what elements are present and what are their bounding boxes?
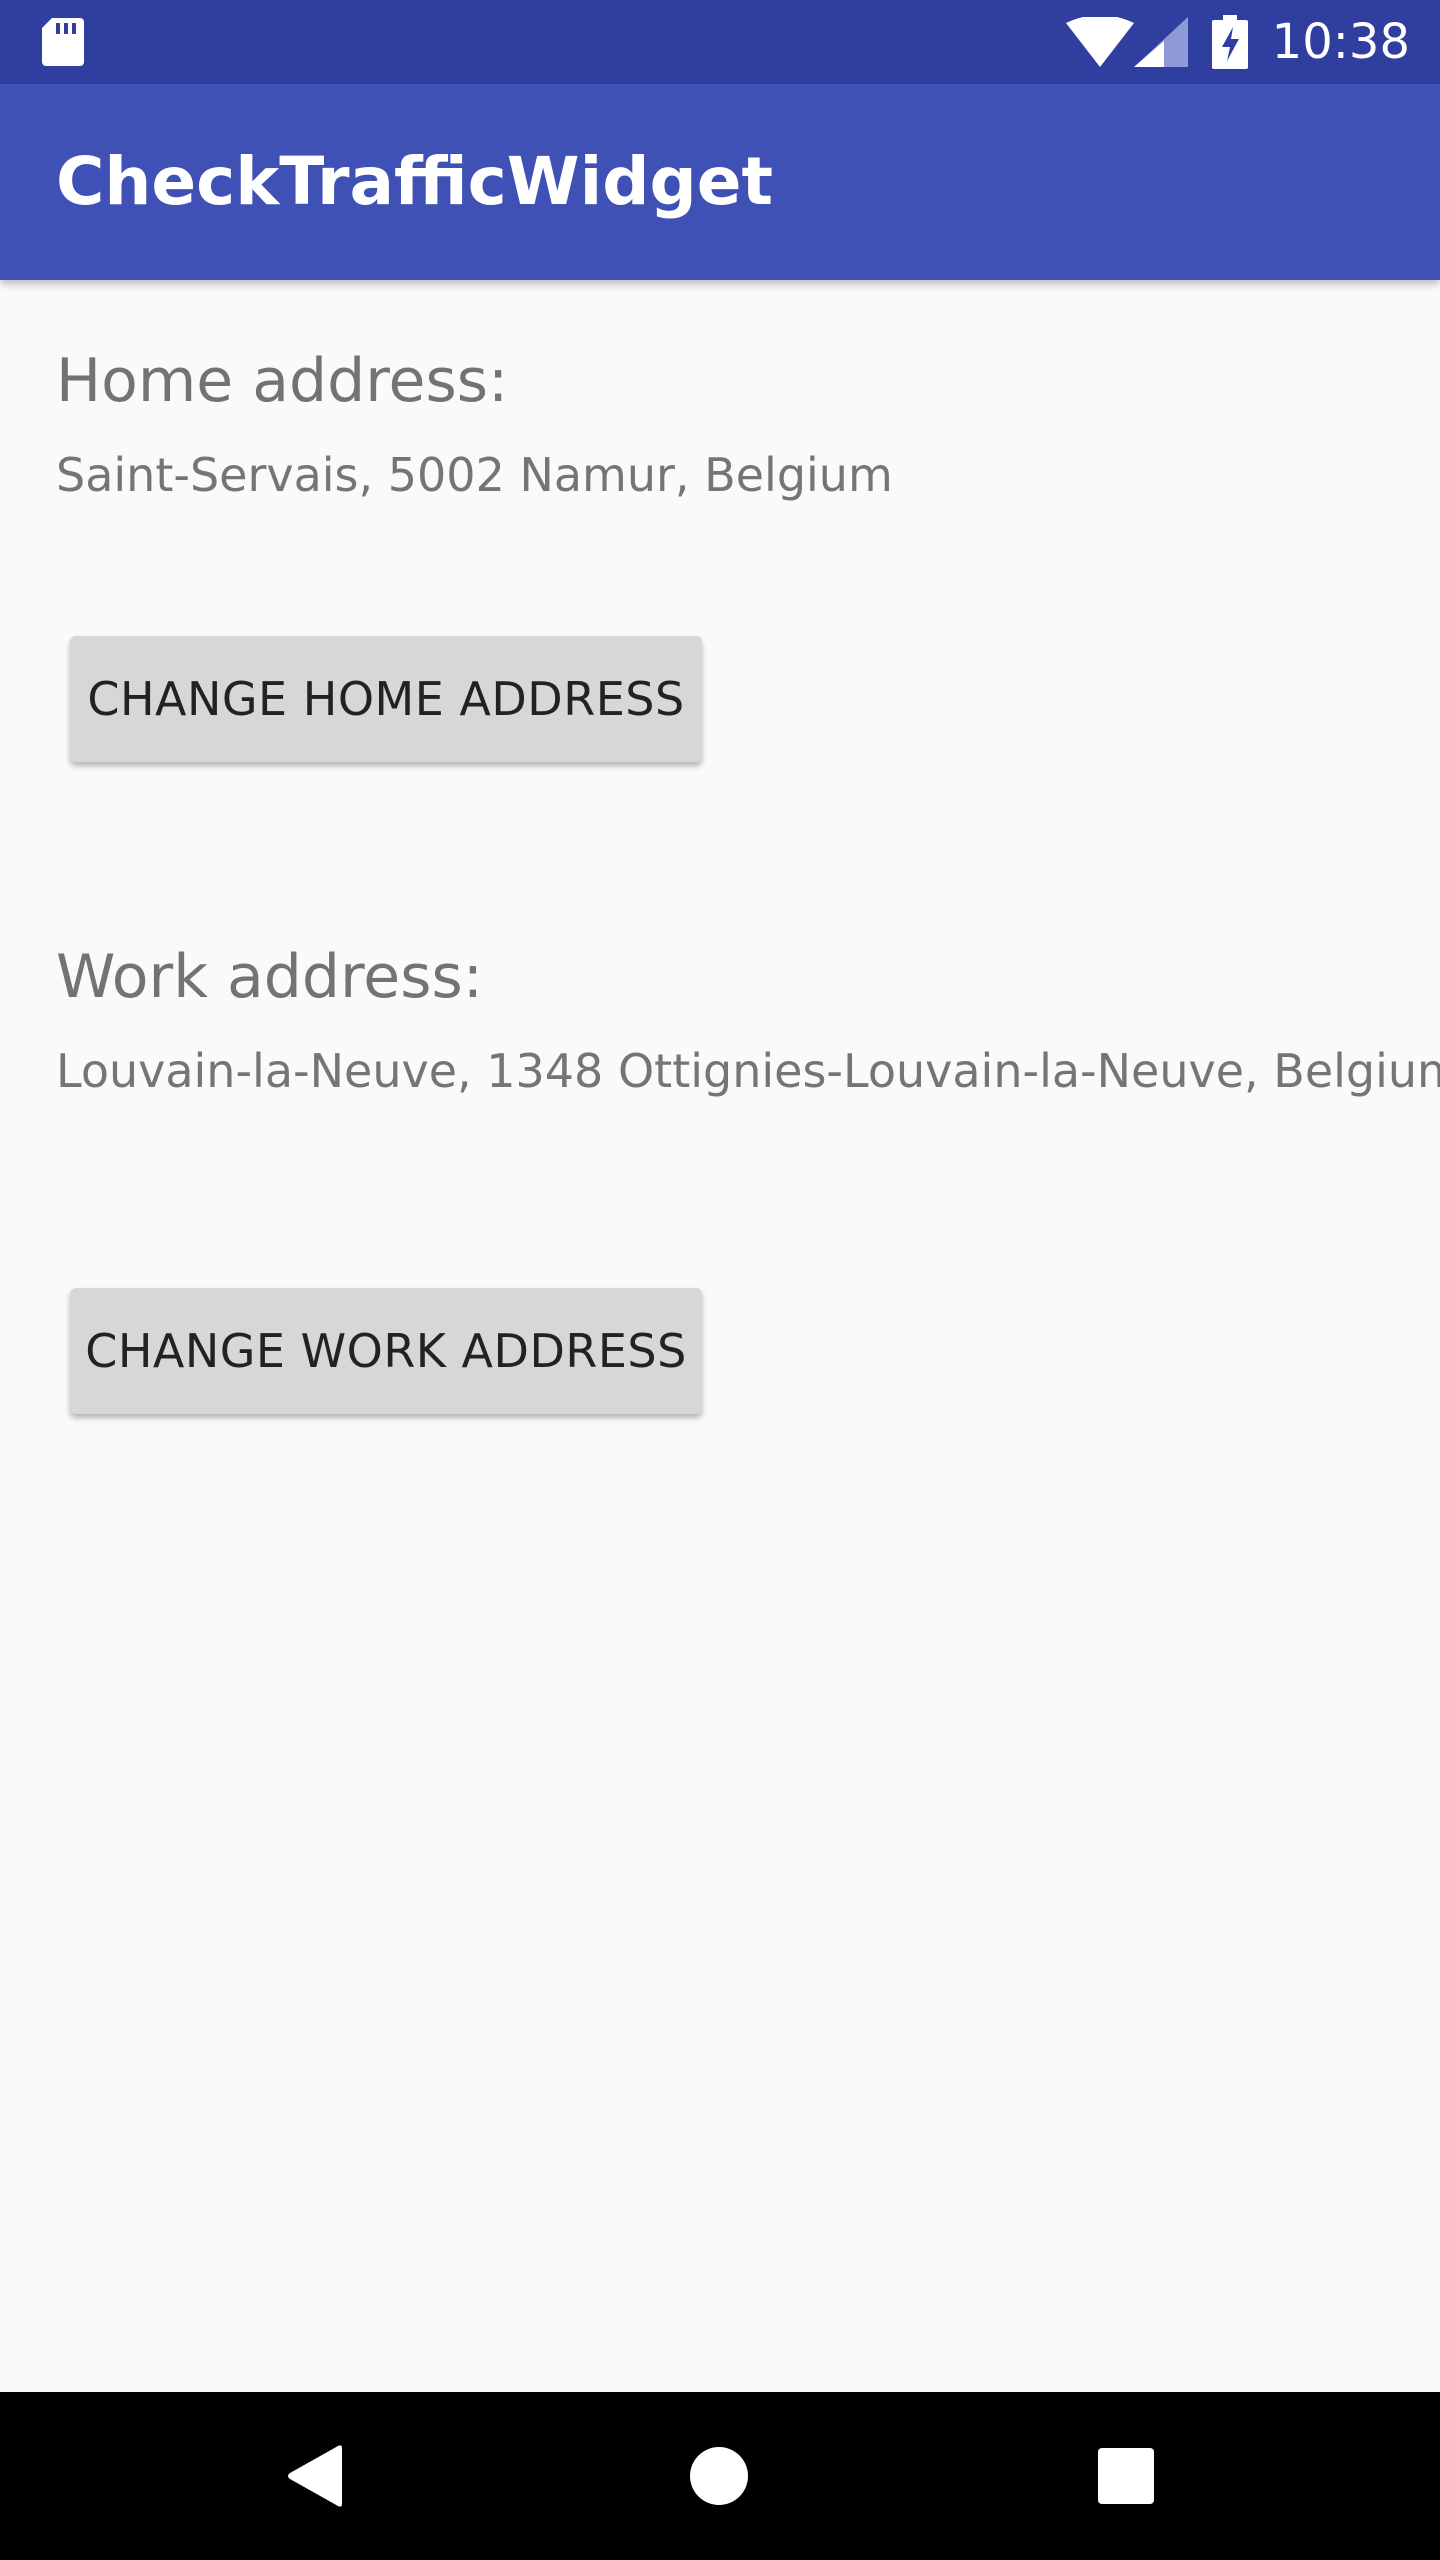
recents-icon[interactable] <box>1098 2448 1154 2504</box>
status-icons: 10:38 <box>1065 0 1410 84</box>
status-clock: 10:38 <box>1271 14 1410 70</box>
home-address-label: Home address: <box>56 346 509 416</box>
home-icon[interactable] <box>690 2447 748 2505</box>
cell-signal-icon <box>1133 17 1188 67</box>
sd-card-icon <box>42 18 84 66</box>
work-address-value: Louvain-la-Neuve, 1348 Ottignies-Louvain… <box>56 1044 1440 1098</box>
app-title: CheckTrafficWidget <box>56 143 774 220</box>
app-bar: CheckTrafficWidget <box>0 84 1440 280</box>
navigation-bar <box>0 2392 1440 2560</box>
battery-charging-icon <box>1211 15 1248 69</box>
back-icon[interactable] <box>286 2444 346 2508</box>
change-work-address-button[interactable]: CHANGE WORK ADDRESS <box>70 1288 702 1414</box>
home-address-value: Saint-Servais, 5002 Namur, Belgium <box>56 448 893 502</box>
change-home-address-button[interactable]: CHANGE HOME ADDRESS <box>70 636 702 762</box>
work-address-label: Work address: <box>56 942 483 1012</box>
wifi-icon <box>1065 17 1134 67</box>
status-bar: 10:38 <box>0 0 1440 84</box>
